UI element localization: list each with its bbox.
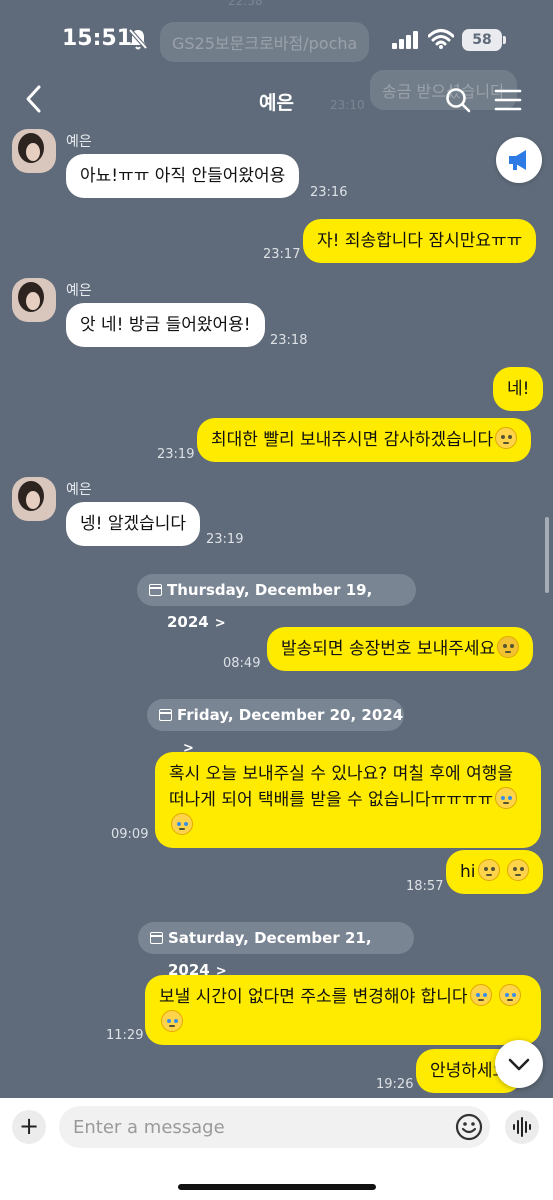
crying-face-icon (469, 984, 492, 1006)
scroll-indicator[interactable] (545, 517, 549, 593)
message-text: 최대한 빨리 보내주시면 감사하겠습니다 (211, 430, 494, 450)
menu-icon[interactable] (494, 88, 522, 112)
status-time: 15:51 (62, 26, 133, 51)
message-bubble[interactable]: 최대한 빨리 보내주시면 감사하겠습니다 (197, 418, 532, 462)
message-time: 23:16 (310, 185, 348, 200)
message-time: 23:17 (263, 247, 301, 262)
wifi-icon (428, 29, 454, 49)
message-bubble[interactable]: 혹시 오늘 보내주실 수 있나요? 며칠 후에 여행을 떠나게 되어 택배를 받… (155, 752, 541, 848)
voice-icon (513, 1117, 531, 1137)
battery-tip (503, 36, 506, 44)
voice-button[interactable] (505, 1110, 539, 1144)
date-label: Saturday, December 21, 2024 (168, 929, 372, 979)
avatar[interactable] (12, 129, 56, 173)
message-text: 혹시 오늘 보내주실 수 있나요? 며칠 후에 여행을 떠나게 되어 택배를 받… (169, 764, 514, 810)
avatar[interactable] (12, 278, 56, 322)
message-time: 08:49 (223, 656, 261, 671)
crying-face-icon (171, 813, 193, 835)
emoji-icon (497, 636, 520, 658)
chat-header: 예은 (0, 78, 553, 124)
message-time: 23:19 (206, 532, 244, 547)
chevron-down-icon (508, 1058, 530, 1071)
scroll-to-bottom-button[interactable] (495, 1040, 543, 1088)
smile-icon[interactable] (455, 1113, 483, 1141)
message-input[interactable] (73, 1106, 443, 1148)
message-bubble[interactable]: 넹! 알겠습니다 (66, 502, 201, 546)
signal-icon (392, 31, 418, 49)
crying-face-icon (495, 787, 518, 809)
pleading-face-icon (506, 859, 529, 881)
message-field[interactable] (59, 1106, 490, 1148)
message-time: 11:29 (106, 1028, 144, 1043)
message-bubble[interactable]: 네! (493, 367, 544, 411)
pleading-face-icon (495, 427, 518, 449)
message-bubble[interactable]: 아뇨!ㅠㅠ 아직 안들어왔어용 (66, 154, 300, 198)
chevron-right-icon: > (214, 616, 226, 631)
message-time: 23:18 (270, 333, 308, 348)
crying-face-icon (161, 1010, 183, 1032)
crying-face-icon (498, 984, 521, 1006)
date-label: Thursday, December 19, 2024 (167, 581, 373, 631)
ghost-notification: GS25보문크로바점/pocha (160, 22, 370, 62)
megaphone-icon (509, 150, 526, 170)
message-text: 보낼 시간이 없다면 주소를 변경해야 합니다 (159, 987, 468, 1007)
message-bubble[interactable]: 앗 네! 방금 들어왔어용! (66, 303, 265, 347)
date-divider[interactable]: Thursday, December 19, 2024 > (137, 574, 416, 631)
sender-name: 예은 (66, 482, 92, 498)
plus-icon[interactable]: + (12, 1110, 46, 1144)
message-text: hi (460, 862, 476, 882)
calendar-icon (150, 932, 163, 944)
message-bubble[interactable]: 자! 죄송합니다 잠시만요ㅠㅠ (303, 219, 537, 263)
announcement-button[interactable] (496, 137, 542, 183)
pleading-face-icon (477, 859, 500, 881)
date-divider[interactable]: Friday, December 20, 2024> (147, 699, 404, 756)
calendar-icon (149, 584, 162, 596)
message-time: 18:57 (406, 879, 444, 894)
date-divider[interactable]: Saturday, December 21, 2024 > (138, 922, 414, 979)
message-text: 발송되면 송장번호 보내주세요 (281, 639, 496, 659)
message-bubble[interactable]: 보낼 시간이 없다면 주소를 변경해야 합니다 (145, 975, 541, 1045)
message-time: 23:19 (157, 447, 195, 462)
date-label: Friday, December 20, 2024 (177, 706, 404, 724)
message-bubble[interactable]: hi (446, 850, 543, 894)
message-time: 09:09 (111, 827, 149, 842)
ghost-time: 22:58 (228, 0, 263, 8)
calendar-icon (159, 709, 172, 721)
home-indicator (178, 1184, 376, 1190)
message-bubble[interactable]: 발송되면 송장번호 보내주세요 (267, 627, 534, 671)
sender-name: 예은 (66, 134, 92, 150)
battery-indicator: 58 (462, 29, 502, 51)
avatar[interactable] (12, 477, 56, 521)
sender-name: 예은 (66, 283, 92, 299)
bell-off-icon (128, 28, 148, 50)
message-time: 19:26 (376, 1077, 414, 1092)
search-icon[interactable] (444, 86, 472, 114)
